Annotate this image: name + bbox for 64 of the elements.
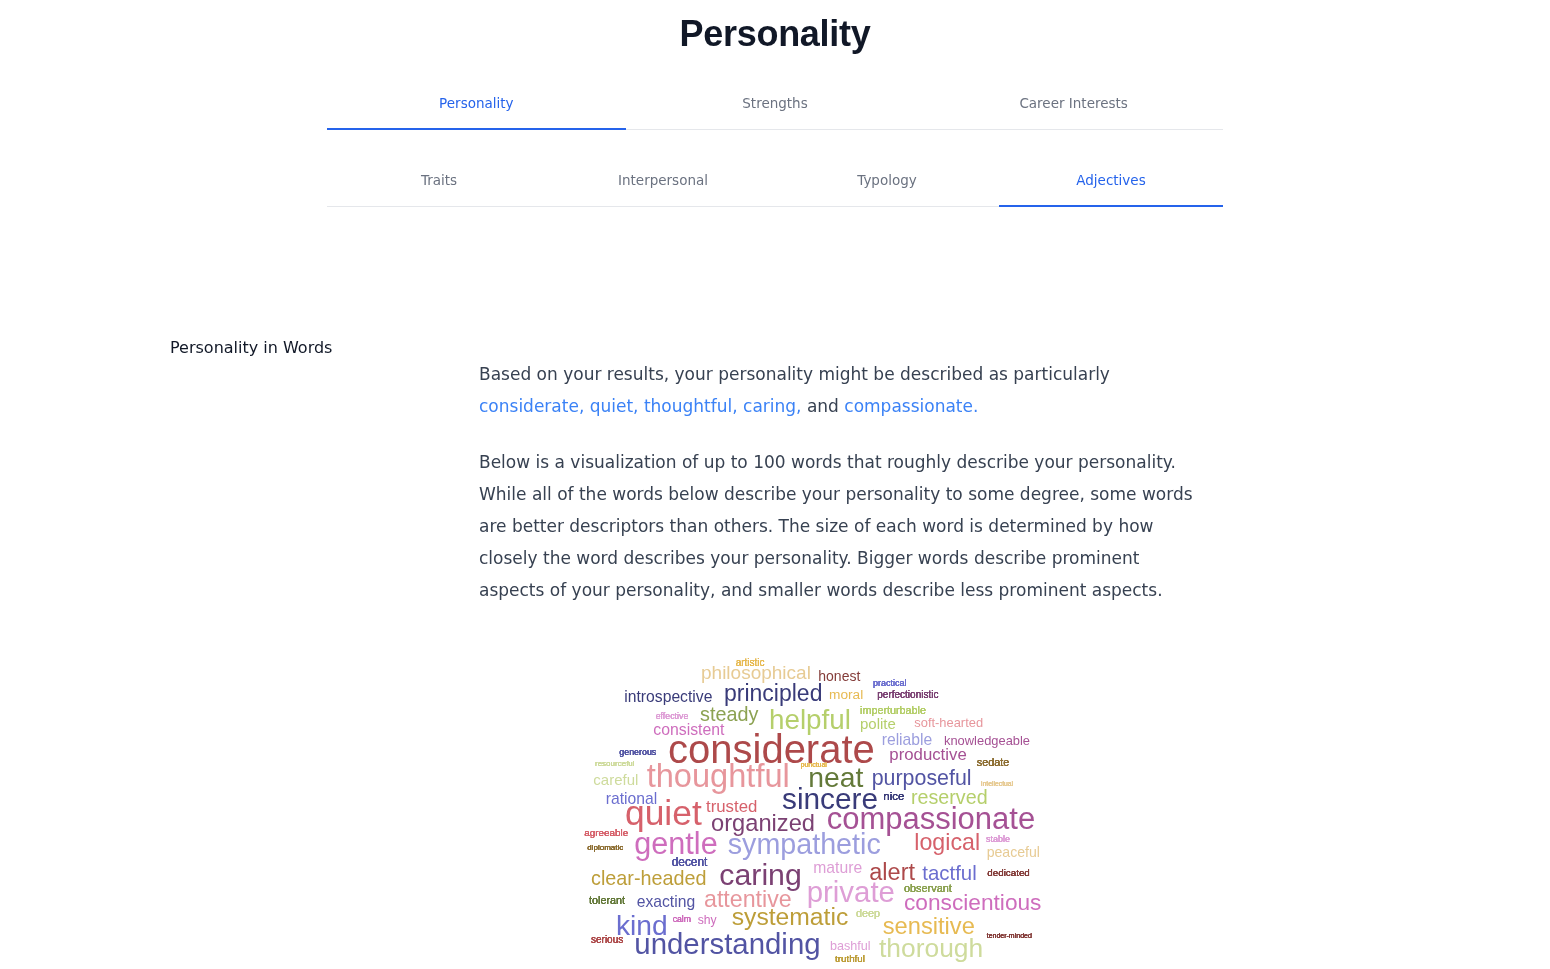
cloud-word: honest [818, 671, 861, 682]
tab[interactable]: Career Interests [924, 77, 1223, 130]
tab[interactable]: Typology [775, 154, 999, 207]
cloud-word: private [806, 880, 895, 908]
cloud-word: neat [808, 767, 864, 790]
cloud-word: diplomatic [587, 844, 624, 853]
cloud-word: knowledgeable [944, 736, 1030, 749]
summary-paragraph: Based on your results, your personality might be described as particularly considerate, quiet, thoughtful, caring, and compassionate. [479, 363, 1111, 418]
cloud-word: polite [860, 718, 896, 733]
cloud-word: trusted [706, 800, 758, 814]
cloud-word: moral [829, 689, 864, 701]
cloud-word: resourceful [595, 761, 635, 768]
cloud-word: understanding [634, 933, 821, 961]
cloud-word: shy [697, 915, 717, 928]
cloud-word: imperturbable [860, 706, 926, 717]
cloud-word: soft-hearted [914, 717, 984, 728]
tab[interactable]: Interpersonal [551, 154, 775, 207]
tab[interactable]: Personality [327, 77, 626, 130]
cloud-word: steady [700, 706, 759, 725]
cloud-word: sedate [976, 758, 1010, 767]
cloud-word: logical [914, 834, 981, 857]
cloud-word: stable [986, 835, 1011, 843]
cloud-word: observant [904, 884, 952, 893]
cloud-word: exacting [636, 895, 696, 911]
cloud-word: practical [873, 680, 907, 689]
cloud-word: artistic [735, 659, 765, 668]
cloud-word: principled [724, 685, 823, 707]
cloud-word: thorough [879, 938, 984, 963]
tab[interactable]: Strengths [625, 77, 925, 130]
cloud-word: careful [593, 774, 639, 786]
section-heading: Personality in Words [170, 337, 333, 359]
cloud-word: consistent [653, 724, 725, 737]
cloud-word: dedicated [987, 869, 1030, 877]
cloud-word: systematic [731, 908, 849, 932]
cloud-word: peaceful [986, 847, 1040, 861]
cloud-word: alert [869, 862, 915, 881]
cloud-word: reserved [911, 790, 988, 806]
cloud-word: deep [856, 909, 881, 920]
cloud-word: serious [591, 936, 624, 945]
cloud-word: nice [883, 792, 905, 802]
cloud-word: helpful [769, 708, 851, 735]
cloud-word: bashful [830, 941, 871, 952]
tab[interactable]: Traits [327, 154, 551, 207]
cloud-word: calm [672, 915, 692, 923]
cloud-word: truthful [835, 954, 865, 963]
cloud-word: tactful [922, 866, 977, 883]
cloud-word: clear-headed [591, 870, 707, 887]
cloud-word: perfectionistic [877, 690, 939, 701]
cloud-word: attentive [704, 891, 792, 909]
cloud-word: introspective [624, 690, 713, 706]
cloud-word: caring [719, 863, 802, 892]
cloud-word: agreeable [584, 829, 629, 839]
cloud-word: mature [813, 861, 863, 874]
cloud-word: conscientious [904, 894, 1042, 912]
cloud-word: tolerant [589, 896, 625, 905]
cloud-word: philosophical [701, 666, 811, 684]
page-title: Personality [679, 12, 871, 56]
cloud-word: generous [619, 748, 657, 758]
cloud-word: reliable [881, 734, 933, 747]
tab[interactable]: Adjectives [999, 154, 1223, 207]
description-paragraph: Below is a visualization of up to 100 words that roughly describe your personality. While all of the words below describe your personality to some degree, some words are better descriptors than others. The size of each word is determined by how closely the word describes your personality. Bigger words describe prominent aspects of your personality, and smaller words describe less prominent aspects. [479, 451, 1194, 602]
cloud-word: sensitive [882, 917, 975, 936]
cloud-word: effective [655, 713, 689, 720]
cloud-word: productive [889, 749, 967, 765]
